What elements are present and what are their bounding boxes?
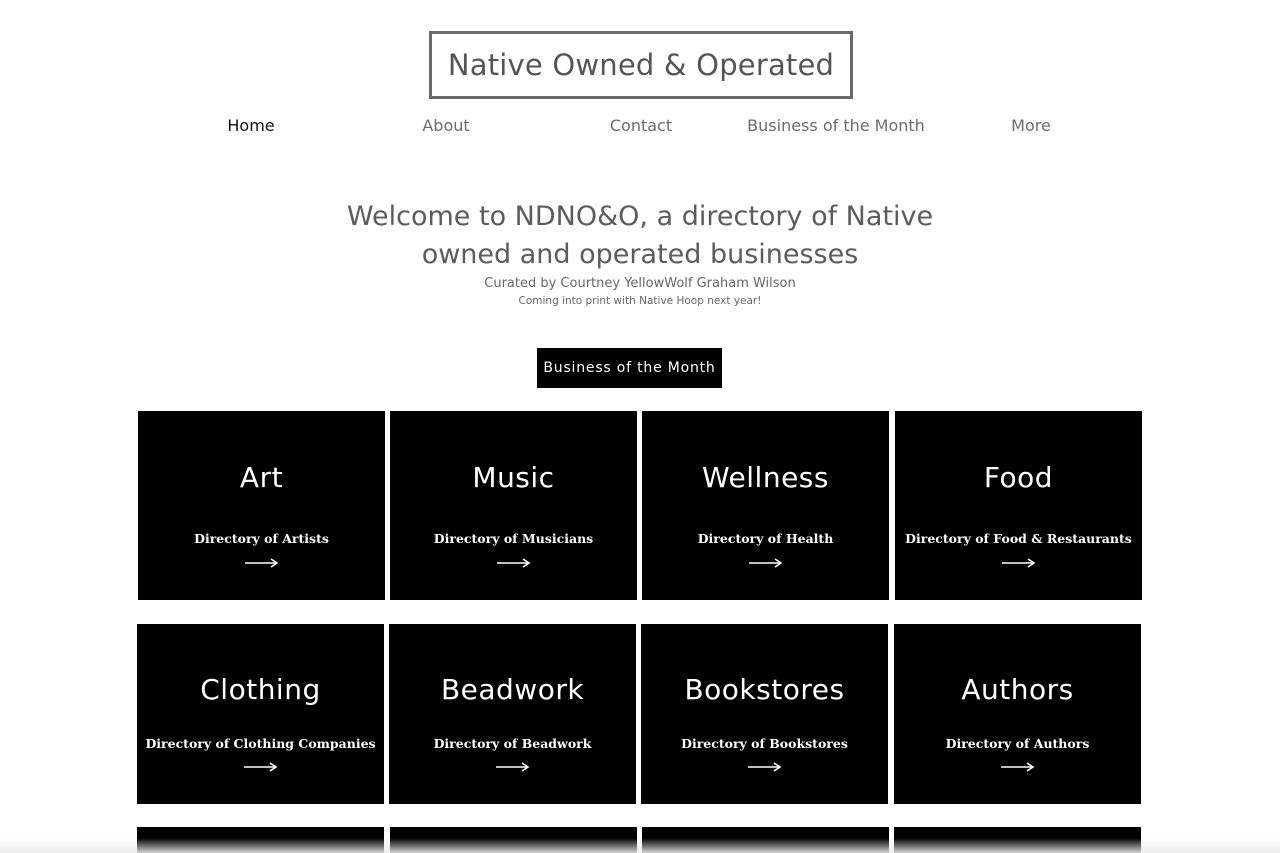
main-nav: Home About Contact Business of the Month… bbox=[0, 116, 1280, 140]
tile-title: Beadwork bbox=[440, 673, 585, 706]
welcome-line-1: Welcome to NDNO&O, a directory of Native bbox=[346, 201, 934, 232]
tile-food[interactable]: Food Directory of Food & Restaurants bbox=[895, 411, 1142, 600]
tile-authors[interactable]: Authors Directory of Authors bbox=[894, 624, 1141, 804]
tile-title: Wellness bbox=[702, 461, 829, 494]
logo-text: Native Owned & Operated bbox=[447, 48, 835, 82]
tile-subtitle: Directory of Beadwork bbox=[433, 736, 592, 751]
nav-item-about[interactable]: About bbox=[346, 116, 546, 135]
arrow-right-icon bbox=[1001, 558, 1035, 568]
tile-subtitle: Directory of Authors bbox=[945, 736, 1090, 751]
tile-music[interactable]: Music Directory of Musicians bbox=[390, 411, 637, 600]
business-of-the-month-button[interactable]: Business of the Month bbox=[537, 348, 722, 388]
nav-item-business-of-the-month[interactable]: Business of the Month bbox=[736, 116, 936, 135]
tile-title: Music bbox=[472, 461, 555, 494]
tile-subtitle: Directory of Health bbox=[697, 531, 834, 546]
nav-item-home[interactable]: Home bbox=[151, 116, 351, 135]
arrow-right-icon bbox=[495, 762, 529, 772]
tile-subtitle: Directory of Artists bbox=[194, 531, 329, 546]
tile-subtitle: Directory of Food & Restaurants bbox=[905, 531, 1132, 546]
tile-subtitle: Directory of Bookstores bbox=[681, 736, 848, 751]
tile-title: Clothing bbox=[200, 673, 321, 706]
tile-subtitle: Directory of Musicians bbox=[433, 531, 594, 546]
tile-clothing[interactable]: Clothing Directory of Clothing Companies bbox=[137, 624, 384, 804]
tile-row3-1[interactable] bbox=[137, 827, 384, 853]
tile-bookstores[interactable]: Bookstores Directory of Bookstores bbox=[641, 624, 888, 804]
tile-title: Authors bbox=[961, 673, 1074, 706]
tile-subtitle: Directory of Clothing Companies bbox=[145, 736, 376, 751]
arrow-right-icon bbox=[244, 558, 278, 568]
arrow-right-icon bbox=[748, 558, 782, 568]
tile-art[interactable]: Art Directory of Artists bbox=[138, 411, 385, 600]
arrow-right-icon bbox=[243, 762, 277, 772]
arrow-right-icon bbox=[747, 762, 781, 772]
welcome-heading: Welcome to NDNO&O, a directory of Native… bbox=[240, 198, 1040, 274]
tile-row3-2[interactable] bbox=[390, 827, 637, 853]
arrow-right-icon bbox=[1000, 762, 1034, 772]
tile-title: Bookstores bbox=[684, 673, 845, 706]
site-logo[interactable]: Native Owned & Operated bbox=[429, 31, 853, 99]
tile-title: Art bbox=[239, 461, 284, 494]
welcome-line-2: owned and operated businesses bbox=[421, 239, 859, 270]
tile-beadwork[interactable]: Beadwork Directory of Beadwork bbox=[389, 624, 636, 804]
tile-row3-4[interactable] bbox=[894, 827, 1141, 853]
print-announcement: Coming into print with Native Hoop next … bbox=[518, 295, 762, 307]
curator-credit: Curated by Courtney YellowWolf Graham Wi… bbox=[484, 276, 796, 291]
nav-item-contact[interactable]: Contact bbox=[541, 116, 741, 135]
tile-title: Food bbox=[983, 461, 1054, 494]
tile-row3-3[interactable] bbox=[642, 827, 889, 853]
arrow-right-icon bbox=[496, 558, 530, 568]
nav-item-more[interactable]: More bbox=[931, 116, 1131, 135]
tile-wellness[interactable]: Wellness Directory of Health bbox=[642, 411, 889, 600]
